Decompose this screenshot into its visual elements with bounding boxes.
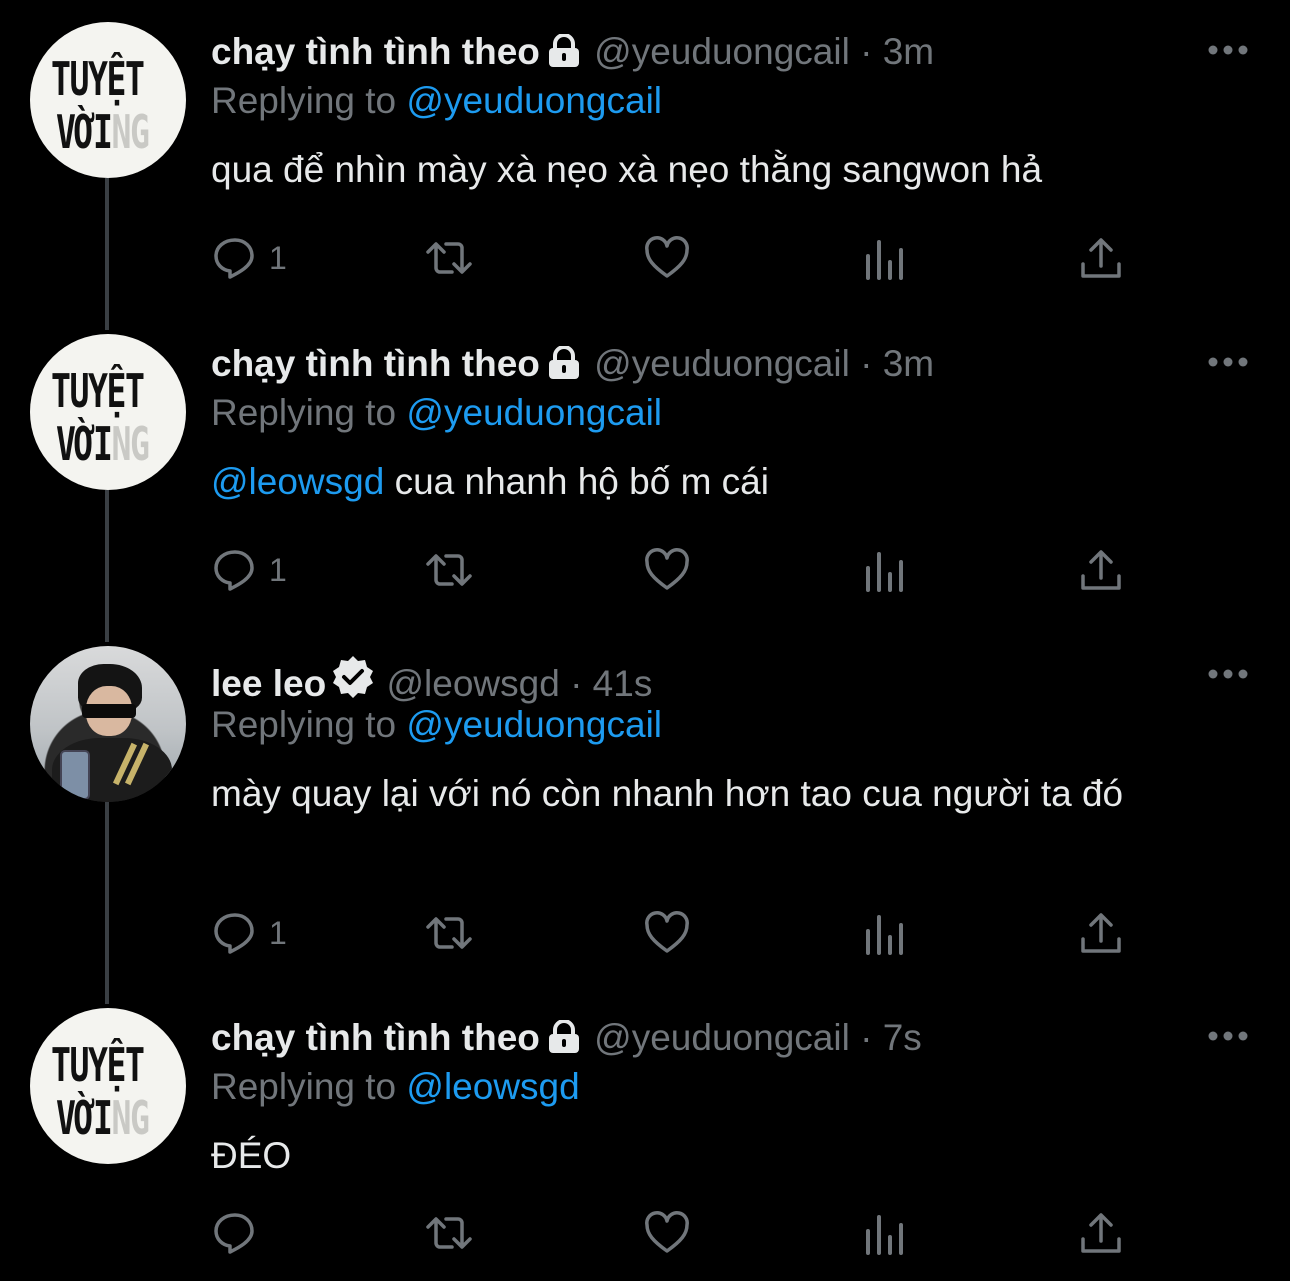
more-options-icon[interactable] [1208,44,1248,56]
replying-to: Replying to @yeuduongcail [211,80,663,121]
tweet-actions [211,1208,1131,1258]
analytics-icon [866,915,903,955]
avatar[interactable]: TUYỆT VỜING [30,22,186,178]
replying-to-link[interactable]: @yeuduongcail [406,80,662,121]
tweet-text: ĐÉO [211,1135,292,1176]
reply-icon [214,550,254,591]
tweet-header: lee leo @leowsgd · 41s [211,654,652,710]
like-button[interactable] [643,233,691,283]
avatar[interactable]: TUYỆT VỜING [30,1008,186,1164]
analytics-icon [866,1215,903,1255]
reply-icon [214,913,254,954]
like-button[interactable] [643,908,691,958]
timestamp[interactable]: 3m [883,31,934,72]
reply-button[interactable]: 1 [211,908,287,958]
share-button[interactable] [1077,233,1125,283]
replying-to: Replying to @leowsgd [211,1066,580,1107]
like-button[interactable] [643,545,691,595]
tweet[interactable]: TUYỆT VỜING chạy tình tình theo @yeuduon… [0,986,1290,1281]
share-button[interactable] [1077,908,1125,958]
display-name[interactable]: lee leo [211,663,326,704]
heart-icon [645,236,689,278]
analytics-icon [866,552,903,592]
analytics-button[interactable] [861,545,909,595]
tweet-text: mày quay lại với nó còn nhanh hơn tao cu… [211,773,1124,814]
share-icon [1081,1213,1121,1253]
heart-icon [645,548,689,590]
tweet-text: qua để nhìn mày xà nẹo xà nẹo thằng sang… [211,149,1043,190]
verified-icon [330,654,376,710]
handle[interactable]: @leowsgd [386,663,559,704]
share-icon [1081,913,1121,953]
analytics-button[interactable] [861,908,909,958]
replying-to-link[interactable]: @yeuduongcail [406,704,662,745]
replying-to: Replying to @yeuduongcail [211,704,663,745]
retweet-button[interactable] [425,908,473,958]
replying-to-link[interactable]: @leowsgd [406,1066,579,1107]
retweet-button[interactable] [425,545,473,595]
avatar[interactable]: TUYỆT VỜING [30,334,186,490]
retweet-button[interactable] [425,233,473,283]
avatar-logo: TUYỆT VỜING [51,364,150,471]
more-options-icon[interactable] [1208,356,1248,368]
tweet-actions: 1 [211,233,1131,283]
separator-dot: · [860,343,873,384]
more-options-icon[interactable] [1208,668,1248,680]
reply-count: 1 [269,914,287,951]
tweet[interactable]: TUYỆT VỜING chạy tình tình theo @yeuduon… [0,312,1290,624]
display-name[interactable]: chạy tình tình theo [211,31,540,72]
retweet-icon [426,242,472,274]
tweet[interactable]: TUYỆT VỜING chạy tình tình theo @yeuduon… [0,0,1290,312]
avatar[interactable] [30,646,186,802]
share-button[interactable] [1077,1208,1125,1258]
lock-icon [544,345,584,390]
replying-to: Replying to @yeuduongcail [211,392,663,433]
reply-button[interactable]: 1 [211,545,287,595]
handle[interactable]: @yeuduongcail [594,343,850,384]
retweet-button[interactable] [425,1208,473,1258]
analytics-button[interactable] [861,1208,909,1258]
timestamp[interactable]: 41s [593,663,653,704]
reply-icon [214,1213,254,1254]
display-name[interactable]: chạy tình tình theo [211,343,540,384]
reply-button[interactable]: 1 [211,233,287,283]
timestamp[interactable]: 7s [883,1017,922,1058]
tweet[interactable]: lee leo @leowsgd · 41s Replying to @yeud… [0,624,1290,996]
heart-icon [645,1211,689,1253]
more-options-icon[interactable] [1208,1030,1248,1042]
like-button[interactable] [643,1208,691,1258]
retweet-icon [426,554,472,586]
display-name[interactable]: chạy tình tình theo [211,1017,540,1058]
heart-icon [645,911,689,953]
tweet-header: chạy tình tình theo @yeuduongcail · 3m [211,30,934,78]
share-icon [1081,238,1121,278]
reply-count: 1 [269,239,287,276]
tweet-actions: 1 [211,545,1131,595]
mention-link[interactable]: @leowsgd [211,461,384,502]
tweet-actions: 1 [211,908,1131,958]
tweet-header: chạy tình tình theo @yeuduongcail · 3m [211,342,934,390]
separator-dot: · [860,31,873,72]
avatar-logo: TUYỆT VỜING [51,1038,150,1145]
reply-button[interactable] [211,1208,269,1258]
avatar-logo: TUYỆT VỜING [51,52,150,159]
separator-dot: · [860,1017,873,1058]
tweet-header: chạy tình tình theo @yeuduongcail · 7s [211,1016,922,1064]
lock-icon [544,1019,584,1064]
analytics-button[interactable] [861,233,909,283]
separator-dot: · [570,663,583,704]
handle[interactable]: @yeuduongcail [594,1017,850,1058]
timestamp[interactable]: 3m [883,343,934,384]
share-button[interactable] [1077,545,1125,595]
replying-to-link[interactable]: @yeuduongcail [406,392,662,433]
handle[interactable]: @yeuduongcail [594,31,850,72]
share-icon [1081,550,1121,590]
retweet-icon [426,917,472,949]
reply-icon [214,238,254,279]
tweet-text: @leowsgd cua nhanh hộ bố m cái [211,461,769,502]
retweet-icon [426,1217,472,1249]
analytics-icon [866,240,903,280]
lock-icon [544,33,584,78]
reply-count: 1 [269,551,287,588]
